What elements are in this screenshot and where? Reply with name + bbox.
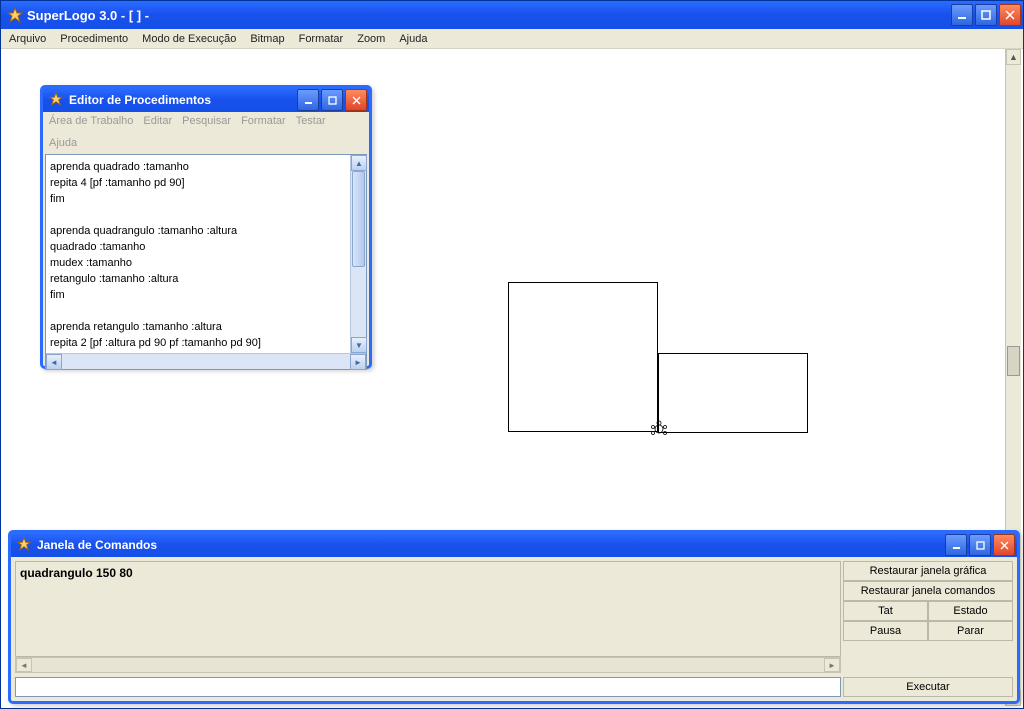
- scroll-left-icon[interactable]: ◄: [46, 354, 62, 370]
- editor-menu-ajuda[interactable]: Ajuda: [49, 137, 77, 149]
- close-button[interactable]: [999, 4, 1021, 26]
- editor-menu-editar[interactable]: Editar: [143, 115, 172, 127]
- scroll-thumb[interactable]: [1007, 346, 1020, 376]
- menu-item-ajuda[interactable]: Ajuda: [399, 33, 427, 45]
- command-history[interactable]: quadrangulo 150 80: [15, 561, 841, 657]
- scroll-up-icon[interactable]: ▲: [351, 155, 367, 171]
- editor-minimize-button[interactable]: [297, 89, 319, 111]
- editor-titlebar[interactable]: Editor de Procedimentos: [43, 88, 369, 112]
- commands-maximize-button[interactable]: [969, 534, 991, 556]
- button-panel: Restaurar janela gráfica Restaurar janel…: [843, 561, 1013, 641]
- minimize-button[interactable]: [951, 4, 973, 26]
- commands-minimize-button[interactable]: [945, 534, 967, 556]
- scroll-left-icon[interactable]: ◄: [16, 658, 32, 672]
- executar-button[interactable]: Executar: [843, 677, 1013, 697]
- main-titlebar[interactable]: SuperLogo 3.0 - [ ] -: [1, 1, 1023, 29]
- commands-title: Janela de Comandos: [37, 538, 945, 552]
- maximize-button[interactable]: [975, 4, 997, 26]
- commands-titlebar[interactable]: Janela de Comandos: [11, 533, 1017, 557]
- menu-item-modo[interactable]: Modo de Execução: [142, 33, 236, 45]
- parar-button[interactable]: Parar: [928, 621, 1013, 641]
- editor-vscrollbar[interactable]: ▲ ▼: [350, 155, 366, 353]
- commands-close-button[interactable]: [993, 534, 1015, 556]
- app-icon: [17, 537, 33, 553]
- editor-menubar: Área de Trabalho Editar Pesquisar Format…: [43, 112, 369, 152]
- restore-graphics-button[interactable]: Restaurar janela gráfica: [843, 561, 1013, 581]
- menu-item-procedimento[interactable]: Procedimento: [60, 33, 128, 45]
- app-icon: [7, 7, 23, 23]
- scroll-thumb[interactable]: [352, 171, 365, 267]
- editor-hscrollbar[interactable]: ◄ ►: [46, 353, 366, 369]
- scroll-down-icon[interactable]: ▼: [351, 337, 367, 353]
- drawn-rectangle: [658, 353, 808, 433]
- editor-code-area[interactable]: aprenda quadrado :tamanho repita 4 [pf :…: [48, 157, 348, 351]
- main-title: SuperLogo 3.0 - [ ] -: [27, 8, 951, 23]
- editor-body: aprenda quadrado :tamanho repita 4 [pf :…: [45, 154, 367, 370]
- menu-item-formatar[interactable]: Formatar: [299, 33, 344, 45]
- scroll-up-icon[interactable]: ▲: [1006, 49, 1021, 65]
- commands-window: Janela de Comandos quadrangulo 150 80 ◄ …: [8, 530, 1020, 704]
- editor-maximize-button[interactable]: [321, 89, 343, 111]
- menu-item-arquivo[interactable]: Arquivo: [9, 33, 46, 45]
- menu-item-bitmap[interactable]: Bitmap: [250, 33, 284, 45]
- editor-menu-pesquisar[interactable]: Pesquisar: [182, 115, 231, 127]
- commands-body: quadrangulo 150 80 ◄ ► Restaurar janela …: [11, 557, 1017, 701]
- scroll-right-icon[interactable]: ►: [350, 354, 366, 370]
- restore-commands-button[interactable]: Restaurar janela comandos: [843, 581, 1013, 601]
- history-hscrollbar[interactable]: ◄ ►: [15, 657, 841, 673]
- editor-menu-area[interactable]: Área de Trabalho: [49, 115, 133, 127]
- editor-title: Editor de Procedimentos: [69, 93, 297, 107]
- main-menubar: Arquivo Procedimento Modo de Execução Bi…: [1, 29, 1023, 49]
- editor-window: Editor de Procedimentos Área de Trabalho…: [40, 85, 372, 369]
- pausa-button[interactable]: Pausa: [843, 621, 928, 641]
- editor-menu-formatar[interactable]: Formatar: [241, 115, 286, 127]
- scroll-right-icon[interactable]: ►: [824, 658, 840, 672]
- turtle-cursor: [647, 419, 671, 439]
- drawn-square: [508, 282, 658, 432]
- tat-button[interactable]: Tat: [843, 601, 928, 621]
- editor-close-button[interactable]: [345, 89, 367, 111]
- menu-item-zoom[interactable]: Zoom: [357, 33, 385, 45]
- app-icon: [49, 92, 65, 108]
- editor-menu-testar[interactable]: Testar: [296, 115, 326, 127]
- estado-button[interactable]: Estado: [928, 601, 1013, 621]
- command-input[interactable]: [15, 677, 841, 697]
